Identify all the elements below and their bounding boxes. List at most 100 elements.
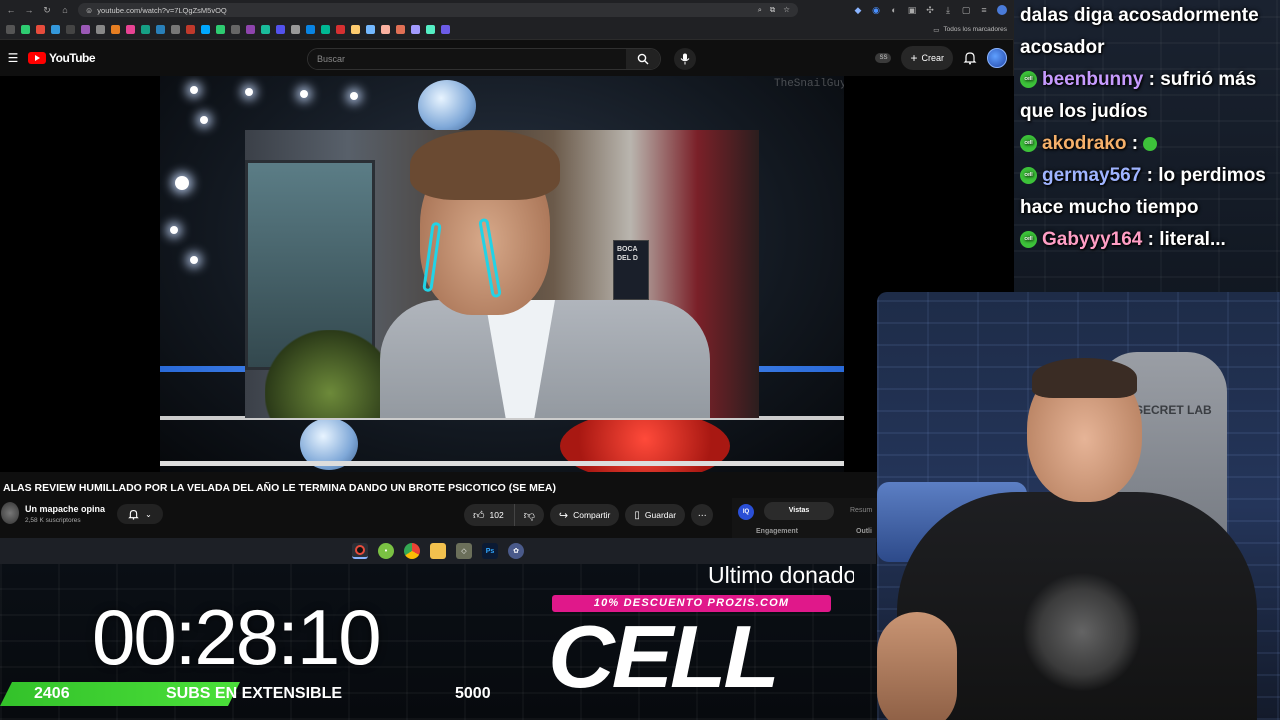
bookmark-icon[interactable] bbox=[396, 25, 405, 34]
chat-message: cell Gabyyy164 : literal... bbox=[1020, 224, 1274, 256]
video-player[interactable]: BOCA DEL D TheSnailGuy bbox=[0, 76, 1014, 472]
app-icon[interactable]: ✿ bbox=[508, 543, 524, 559]
menu-icon[interactable]: ≡ bbox=[979, 5, 989, 15]
engagement-label: Engagement bbox=[756, 528, 799, 535]
forward-icon[interactable]: → bbox=[24, 5, 34, 15]
bookmark-icon[interactable] bbox=[426, 25, 435, 34]
bookmark-icon[interactable] bbox=[201, 25, 210, 34]
bookmark-icon[interactable] bbox=[36, 25, 45, 34]
webcam-feed: SECRET LAB bbox=[877, 292, 1280, 720]
channel-avatar[interactable] bbox=[1, 502, 19, 524]
create-label: Crear bbox=[921, 53, 944, 63]
bookmark-icon[interactable] bbox=[81, 25, 90, 34]
bookmark-icon[interactable] bbox=[231, 25, 240, 34]
notifications-bell-icon[interactable] bbox=[963, 51, 977, 65]
bookmark-icon[interactable] bbox=[351, 25, 360, 34]
extension-icon[interactable]: ◉ bbox=[871, 5, 881, 15]
inset-photo: BOCA DEL D bbox=[245, 130, 759, 418]
bookmark-icon[interactable] bbox=[306, 25, 315, 34]
bookmark-icon[interactable] bbox=[216, 25, 225, 34]
reload-icon[interactable]: ↻ bbox=[42, 5, 52, 15]
chrome-icon[interactable] bbox=[404, 543, 420, 559]
profile-icon[interactable] bbox=[997, 5, 1007, 15]
video-watermark: TheSnailGuy bbox=[774, 78, 844, 90]
channel-name[interactable]: Un mapache opina bbox=[25, 504, 105, 514]
bookmark-icon[interactable] bbox=[156, 25, 165, 34]
home-icon[interactable]: ⌂ bbox=[60, 5, 70, 15]
bookmark-icon[interactable] bbox=[291, 25, 300, 34]
bookmark-icon[interactable] bbox=[246, 25, 255, 34]
voice-search-button[interactable] bbox=[674, 48, 696, 70]
chat-message: dalas diga acosadormente acosador bbox=[1020, 0, 1274, 64]
puzzle-icon[interactable]: ✣ bbox=[925, 5, 935, 15]
bookmark-icon[interactable] bbox=[366, 25, 375, 34]
more-actions-button[interactable]: ⋯ bbox=[691, 504, 714, 526]
tab-search-icon[interactable]: ▢ bbox=[961, 5, 971, 15]
chat-username: akodrako bbox=[1042, 133, 1127, 154]
create-button[interactable]: + Crear bbox=[901, 46, 953, 70]
thumbs-down-icon: 👎︎ bbox=[523, 509, 535, 522]
subs-goal-label: SUBS EN EXTENSIBLE bbox=[166, 685, 343, 702]
extension-icon[interactable]: ◐ bbox=[889, 5, 899, 15]
bookmark-icon[interactable] bbox=[441, 25, 450, 34]
stream-layout: ← → ↻ ⌂ ⊜ youtube.com/watch?v=7LQgZsM5vO… bbox=[0, 0, 1280, 720]
all-bookmarks-folder[interactable]: ▭ Todos los marcadores bbox=[933, 26, 1007, 34]
youtube-header: ☰ YouTube SS + Crear bbox=[0, 40, 1013, 76]
bookmark-icon[interactable] bbox=[21, 25, 30, 34]
bookmark-icon[interactable] bbox=[111, 25, 120, 34]
app-icon[interactable]: ◇ bbox=[456, 543, 472, 559]
bookmark-icon[interactable] bbox=[381, 25, 390, 34]
tab-views[interactable]: Vistas bbox=[764, 502, 834, 520]
bookmark-icon[interactable] bbox=[336, 25, 345, 34]
bookmark-icon[interactable] bbox=[171, 25, 180, 34]
streamer-arm bbox=[877, 612, 957, 720]
bookmark-icon[interactable] bbox=[141, 25, 150, 34]
bookmark-icon[interactable] bbox=[6, 25, 15, 34]
site-info-icon[interactable]: ⊜ bbox=[86, 6, 92, 15]
save-button[interactable]: ▯ Guardar bbox=[625, 504, 686, 526]
bookmark-icon[interactable] bbox=[276, 25, 285, 34]
like-button[interactable]: 👍︎ 102 bbox=[464, 504, 515, 526]
bookmark-icon[interactable] bbox=[66, 25, 75, 34]
back-icon[interactable]: ← bbox=[6, 5, 16, 15]
download-icon[interactable]: ⤓ bbox=[943, 5, 953, 15]
address-bar[interactable]: ⊜ youtube.com/watch?v=7LQgZsM5vOQ ⌕ ⧉ ☆ bbox=[78, 3, 798, 17]
bookmark-icon[interactable] bbox=[411, 25, 420, 34]
video-title: ALAS REVIEW HUMILLADO POR LA VELADA DEL … bbox=[3, 482, 557, 494]
bookmark-star-icon[interactable]: ☆ bbox=[783, 5, 790, 15]
boxing-glove bbox=[418, 80, 476, 132]
chat-app-icon[interactable]: • bbox=[378, 543, 394, 559]
dislike-button[interactable]: 👎︎ bbox=[514, 504, 544, 526]
file-explorer-icon[interactable] bbox=[430, 543, 446, 559]
extension-icon[interactable]: ◆ bbox=[853, 5, 863, 15]
search-input[interactable] bbox=[308, 49, 626, 69]
obs-icon[interactable] bbox=[352, 543, 368, 559]
bookmark-icon[interactable] bbox=[321, 25, 330, 34]
bookmark-icon[interactable] bbox=[96, 25, 105, 34]
tab-summary[interactable]: Resum bbox=[850, 502, 872, 520]
bookmark-icon[interactable] bbox=[51, 25, 60, 34]
bookmark-icon[interactable] bbox=[261, 25, 270, 34]
bookmark-icon[interactable] bbox=[186, 25, 195, 34]
chevron-down-icon: ⌄ bbox=[145, 509, 152, 519]
subscription-bell-button[interactable]: ⌄ bbox=[117, 504, 163, 524]
hamburger-menu-icon[interactable]: ☰ bbox=[4, 51, 22, 65]
chat-badge-icon: cell bbox=[1020, 231, 1037, 249]
account-avatar[interactable] bbox=[987, 48, 1007, 68]
share-button[interactable]: ↪ Compartir bbox=[549, 504, 620, 526]
video-actions: 👍︎ 102 👎︎ ↪ Compartir ▯ Guardar ⋯ bbox=[464, 504, 714, 526]
extension-icon[interactable]: ▣ bbox=[907, 5, 917, 15]
save-label: Guardar bbox=[644, 510, 677, 520]
zoom-icon[interactable]: ⌕ bbox=[758, 5, 762, 15]
photoshop-icon[interactable]: Ps bbox=[482, 543, 498, 559]
ss-badge[interactable]: SS bbox=[875, 53, 892, 63]
youtube-logo[interactable]: YouTube bbox=[28, 51, 96, 65]
search-button[interactable] bbox=[626, 49, 660, 69]
stage-light bbox=[170, 226, 178, 234]
install-icon[interactable]: ⧉ bbox=[770, 5, 775, 15]
bookmark-icon[interactable] bbox=[126, 25, 135, 34]
youtube-logo-text: YouTube bbox=[49, 51, 96, 65]
extension-logo[interactable]: IQ bbox=[738, 504, 754, 520]
chair-brand: SECRET LAB bbox=[1135, 403, 1212, 417]
plant bbox=[265, 330, 395, 418]
